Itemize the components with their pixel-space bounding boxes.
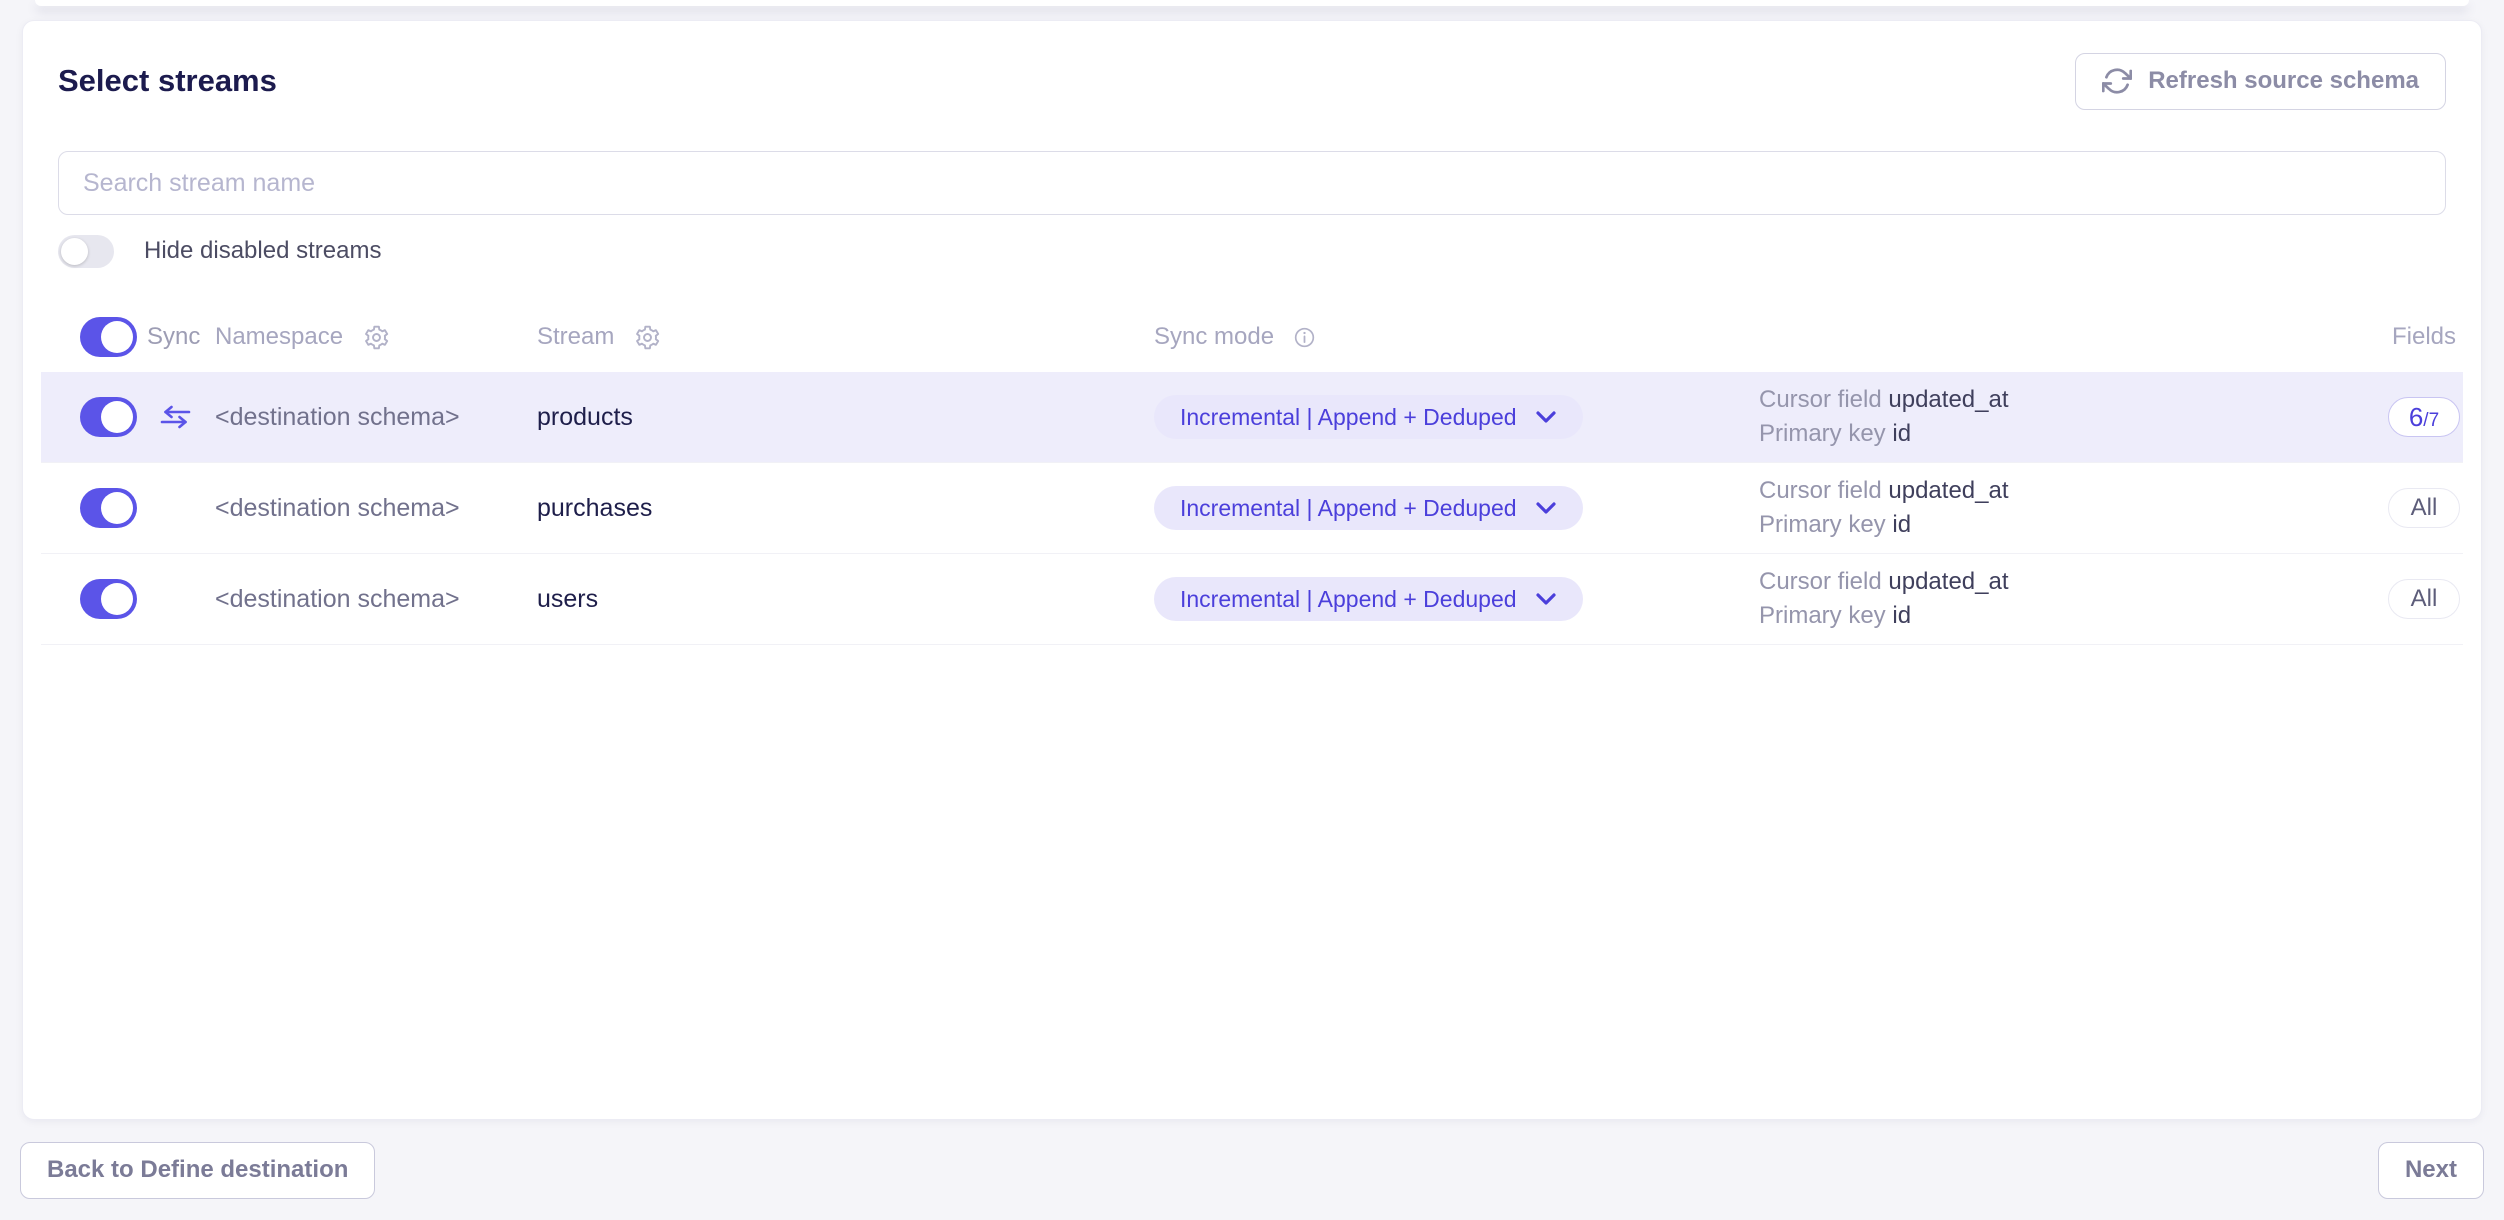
row-arrows-cell: [140, 405, 215, 429]
hide-disabled-row: Hide disabled streams: [23, 234, 2481, 268]
primary-key-line: Primary key id: [1759, 599, 2385, 633]
row-fields-cell: 6/7: [2385, 397, 2463, 437]
sync-mode-info-icon[interactable]: [1294, 327, 1315, 348]
card-header: Select streams Refresh source schema: [23, 51, 2481, 111]
cursor-field-line: Cursor field updated_at: [1759, 565, 2385, 599]
previous-card-edge: [35, 0, 2469, 6]
row-sync-cell: [80, 397, 140, 437]
row-fields-cell: All: [2385, 488, 2463, 528]
cursor-field-value: updated_at: [1888, 568, 2008, 595]
refresh-source-schema-button[interactable]: Refresh source schema: [2075, 53, 2446, 110]
cursor-field-value: updated_at: [1888, 477, 2008, 504]
sync-mode-dropdown[interactable]: Incremental | Append + Deduped: [1154, 486, 1583, 530]
row-sync-mode-cell: Incremental | Append + Deduped: [1154, 486, 1759, 530]
chevron-down-icon: [1535, 410, 1557, 424]
cursor-field-value: updated_at: [1888, 386, 2008, 413]
primary-key-label: Primary key: [1759, 511, 1886, 538]
header-namespace: Namespace: [215, 323, 537, 351]
row-stream-name: purchases: [537, 494, 1154, 523]
primary-key-label: Primary key: [1759, 602, 1886, 629]
sync-all-toggle[interactable]: [80, 317, 137, 357]
sync-toggle[interactable]: [80, 579, 137, 619]
header-stream: Stream: [537, 323, 1154, 351]
sync-mode-value: Incremental | Append + Deduped: [1180, 404, 1517, 431]
chevron-down-icon: [1535, 501, 1557, 515]
stream-row-purchases[interactable]: <destination schema> purchases Increment…: [41, 463, 2463, 554]
select-streams-card: Select streams Refresh source schema Hid…: [22, 20, 2482, 1120]
namespace-settings-gear-icon[interactable]: [363, 324, 390, 351]
primary-key-line: Primary key id: [1759, 417, 2385, 451]
row-sync-cell: [80, 579, 140, 619]
wizard-footer: Back to Define destination Next: [0, 1120, 2504, 1220]
fields-count: 6: [2409, 398, 2423, 436]
header-stream-label: Stream: [537, 323, 614, 351]
cursor-field-line: Cursor field updated_at: [1759, 474, 2385, 508]
next-button[interactable]: Next: [2378, 1142, 2484, 1199]
search-input[interactable]: [58, 151, 2446, 215]
primary-key-value: id: [1892, 602, 1911, 629]
fields-count: All: [2411, 489, 2438, 527]
row-cursor-info: Cursor field updated_at Primary key id: [1759, 474, 2385, 542]
header-sync-mode-label: Sync mode: [1154, 323, 1274, 351]
fields-count: All: [2411, 580, 2438, 618]
fields-count-badge[interactable]: All: [2388, 488, 2460, 528]
toggle-knob: [61, 238, 88, 265]
header-namespace-label: Namespace: [215, 323, 343, 351]
cursor-field-label: Cursor field: [1759, 477, 1882, 504]
cursor-field-label: Cursor field: [1759, 568, 1882, 595]
chevron-down-icon: [1535, 592, 1557, 606]
sync-mode-dropdown[interactable]: Incremental | Append + Deduped: [1154, 577, 1583, 621]
header-sync: Sync: [140, 323, 215, 351]
primary-key-value: id: [1892, 511, 1911, 538]
sync-toggle[interactable]: [80, 397, 137, 437]
fields-count-badge[interactable]: 6/7: [2388, 397, 2460, 437]
stream-row-products[interactable]: <destination schema> products Incrementa…: [41, 372, 2463, 463]
refresh-button-label: Refresh source schema: [2148, 67, 2419, 95]
cursor-field-line: Cursor field updated_at: [1759, 383, 2385, 417]
header-sync-toggle-cell: [80, 317, 140, 357]
toggle-knob: [101, 583, 133, 615]
header-sync-mode: Sync mode: [1154, 323, 1759, 351]
cursor-field-label: Cursor field: [1759, 386, 1882, 413]
row-stream-name: users: [537, 585, 1154, 614]
primary-key-line: Primary key id: [1759, 508, 2385, 542]
row-cursor-info: Cursor field updated_at Primary key id: [1759, 383, 2385, 451]
table-header: Sync Namespace Stream Sync mode: [41, 312, 2463, 362]
refresh-icon: [2102, 66, 2132, 96]
sync-mode-dropdown[interactable]: Incremental | Append + Deduped: [1154, 395, 1583, 439]
row-namespace: <destination schema>: [215, 585, 537, 614]
stream-rows: <destination schema> products Incrementa…: [41, 372, 2463, 645]
row-namespace: <destination schema>: [215, 403, 537, 432]
row-sync-mode-cell: Incremental | Append + Deduped: [1154, 395, 1759, 439]
stream-row-users[interactable]: <destination schema> users Incremental |…: [41, 554, 2463, 645]
row-fields-cell: All: [2385, 579, 2463, 619]
sync-mode-value: Incremental | Append + Deduped: [1180, 495, 1517, 522]
hide-disabled-label: Hide disabled streams: [144, 237, 381, 265]
page-title: Select streams: [58, 63, 277, 99]
toggle-knob: [101, 492, 133, 524]
primary-key-label: Primary key: [1759, 420, 1886, 447]
row-stream-name: products: [537, 403, 1154, 432]
header-fields: Fields: [2385, 323, 2463, 351]
row-namespace: <destination schema>: [215, 494, 537, 523]
toggle-knob: [101, 401, 133, 433]
row-sync-cell: [80, 488, 140, 528]
sync-toggle[interactable]: [80, 488, 137, 528]
fields-total: /7: [2423, 402, 2439, 440]
sync-arrows-icon: [159, 405, 192, 429]
toggle-knob: [101, 321, 133, 353]
row-sync-mode-cell: Incremental | Append + Deduped: [1154, 577, 1759, 621]
hide-disabled-toggle[interactable]: [58, 235, 114, 268]
sync-mode-value: Incremental | Append + Deduped: [1180, 586, 1517, 613]
back-button[interactable]: Back to Define destination: [20, 1142, 375, 1199]
stream-settings-gear-icon[interactable]: [634, 324, 661, 351]
row-cursor-info: Cursor field updated_at Primary key id: [1759, 565, 2385, 633]
primary-key-value: id: [1892, 420, 1911, 447]
fields-count-badge[interactable]: All: [2388, 579, 2460, 619]
